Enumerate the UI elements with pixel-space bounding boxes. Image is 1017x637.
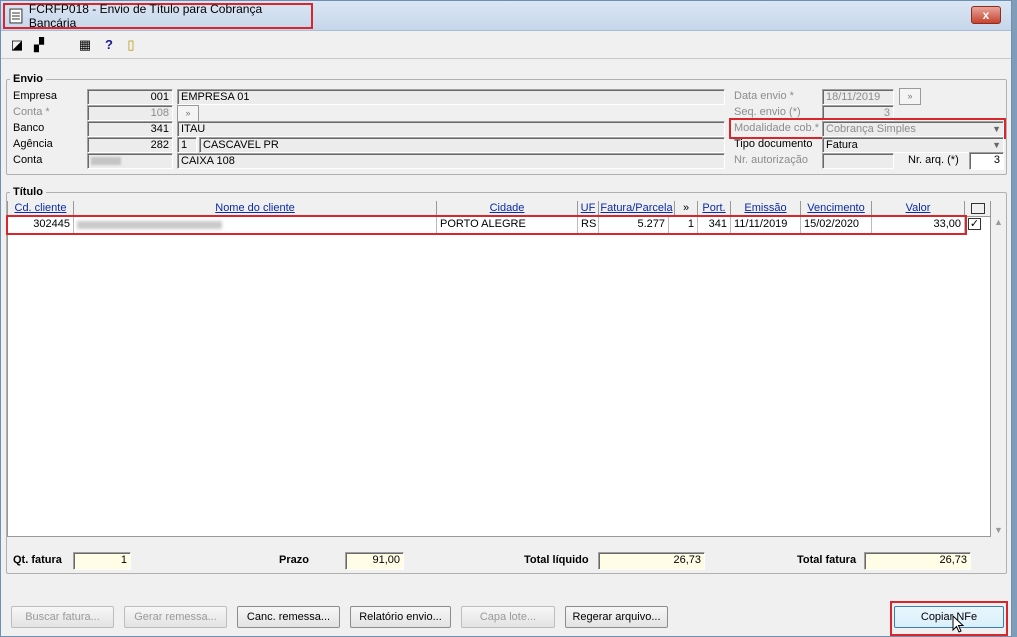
chevron-down-icon: ▼	[992, 124, 1001, 134]
qt-fatura-label: Qt. fatura	[13, 554, 62, 566]
gerar-remessa-button[interactable]: Gerar remessa...	[124, 606, 227, 628]
document-icon	[9, 8, 23, 24]
regerar-arquivo-button[interactable]: Regerar arquivo...	[565, 606, 668, 628]
col-fatura-parcela[interactable]: Fatura/Parcela	[599, 201, 675, 217]
exit-door-icon[interactable]: ▯	[123, 37, 139, 53]
col-cidade[interactable]: Cidade	[437, 201, 578, 217]
col-uf[interactable]: UF	[578, 201, 599, 217]
grid-scrollbar[interactable]: ▲ ▼	[991, 217, 1006, 537]
arrow-in-icon[interactable]: ◪	[9, 37, 25, 53]
cell-vencimento[interactable]: 15/02/2020	[801, 217, 872, 233]
nr-autorizacao-field[interactable]	[822, 153, 894, 169]
prazo-label: Prazo	[279, 554, 309, 566]
checkbox-header-icon	[970, 203, 985, 214]
cell-nome-cliente[interactable]	[74, 217, 437, 233]
conta-lookup-button[interactable]: »	[177, 105, 199, 122]
nr-arq-label: Nr. arq. (*)	[908, 154, 959, 166]
seq-envio-field[interactable]: 3	[822, 105, 894, 121]
empresa-name-field: EMPRESA 01	[177, 89, 725, 105]
envio-group-label: Envio	[10, 73, 46, 85]
empresa-code-field[interactable]: 001	[87, 89, 173, 105]
title-bar: FCRFP018 - Envio de Título para Cobrança…	[1, 1, 1011, 31]
cell-emissao[interactable]: 11/11/2019	[731, 217, 801, 233]
buscar-fatura-button[interactable]: Buscar fatura...	[11, 606, 114, 628]
nr-autorizacao-label: Nr. autorização	[734, 154, 808, 166]
banco-name-field: ITAU	[177, 121, 725, 137]
modalidade-select[interactable]: Cobrança Simples ▼	[822, 121, 1004, 137]
copiar-nfe-button[interactable]: Copiar NFe	[894, 606, 1004, 628]
main-window: FCRFP018 - Envio de Título para Cobrança…	[0, 0, 1012, 637]
calendar-grid-icon[interactable]: ▦	[77, 37, 93, 53]
conta-code-field[interactable]: 108	[87, 105, 173, 121]
banco-label: Banco	[13, 122, 45, 134]
modalidade-label: Modalidade cob.*	[734, 122, 820, 134]
cell-cidade[interactable]: PORTO ALEGRE	[437, 217, 578, 233]
cell-parcela[interactable]: 1	[669, 217, 698, 233]
col-select-all[interactable]	[965, 201, 991, 217]
tipo-documento-label: Tipo documento	[734, 138, 813, 150]
prazo-field: 91,00	[345, 552, 404, 570]
qt-fatura-field: 1	[73, 552, 131, 570]
calendar-button[interactable]: »	[899, 88, 921, 105]
total-fatura-field: 26,73	[864, 552, 971, 570]
col-nome-cliente[interactable]: Nome do cliente	[74, 201, 437, 217]
nr-arq-field[interactable]: 3	[969, 152, 1004, 170]
col-cd-cliente[interactable]: Cd. cliente	[8, 201, 74, 217]
capa-lote-button[interactable]: Capa lote...	[461, 606, 555, 628]
col-vencimento[interactable]: Vencimento	[801, 201, 872, 217]
cell-fatura[interactable]: 5.277	[599, 217, 669, 233]
cell-valor[interactable]: 33,00	[872, 217, 965, 233]
seq-envio-label: Seq. envio (*)	[734, 106, 801, 118]
total-liquido-field: 26,73	[598, 552, 705, 570]
conta-ast-label: Conta *	[13, 106, 50, 118]
empresa-label: Empresa	[13, 90, 58, 102]
modalidade-value: Cobrança Simples	[826, 123, 916, 135]
data-envio-field[interactable]: 18/11/2019	[822, 89, 894, 105]
row-checkbox[interactable]: ✓	[965, 217, 991, 233]
total-liquido-label: Total líquido	[524, 554, 589, 566]
chevron-down-icon: ▼	[992, 140, 1001, 150]
banco-code-field: 341	[87, 121, 173, 137]
col-expand[interactable]: »	[675, 201, 698, 217]
col-emissao[interactable]: Emissão	[731, 201, 801, 217]
agencia-digit-field: 1	[177, 137, 197, 153]
windows-icon[interactable]: ▞	[31, 37, 47, 53]
titulo-group-label: Título	[10, 186, 46, 198]
close-button[interactable]: x	[971, 6, 1001, 24]
toolbar: ◪ ▞ ▦ ? ▯	[1, 31, 1011, 59]
agencia-name-field: CASCAVEL PR	[199, 137, 725, 153]
col-valor[interactable]: Valor	[872, 201, 965, 217]
canc-remessa-button[interactable]: Canc. remessa...	[237, 606, 340, 628]
checkmark-icon: ✓	[968, 218, 981, 230]
col-port[interactable]: Port.	[698, 201, 731, 217]
conta-number-field	[87, 153, 173, 169]
conta-label: Conta	[13, 154, 43, 166]
data-envio-label: Data envio *	[734, 90, 794, 102]
tipo-documento-value: Fatura	[826, 139, 858, 151]
scroll-up-icon[interactable]: ▲	[994, 217, 1003, 227]
titulo-grid	[7, 201, 991, 537]
tipo-documento-select[interactable]: Fatura ▼	[822, 137, 1004, 153]
help-icon[interactable]: ?	[101, 37, 117, 53]
agencia-code-field: 282	[87, 137, 173, 153]
total-fatura-label: Total fatura	[797, 554, 857, 566]
agencia-label: Agência	[13, 138, 53, 150]
window-title: FCRFP018 - Envio de Título para Cobrança…	[28, 2, 263, 30]
scroll-down-icon[interactable]: ▼	[994, 525, 1003, 535]
cell-uf[interactable]: RS	[578, 217, 599, 233]
mouse-cursor-icon	[952, 615, 965, 633]
conta-name-field: CAIXA 108	[177, 153, 725, 169]
relatorio-envio-button[interactable]: Relatório envio...	[350, 606, 451, 628]
window-title-box: FCRFP018 - Envio de Título para Cobrança…	[3, 2, 313, 30]
cell-port[interactable]: 341	[698, 217, 731, 233]
cell-cd-cliente[interactable]: 302445	[8, 217, 74, 233]
